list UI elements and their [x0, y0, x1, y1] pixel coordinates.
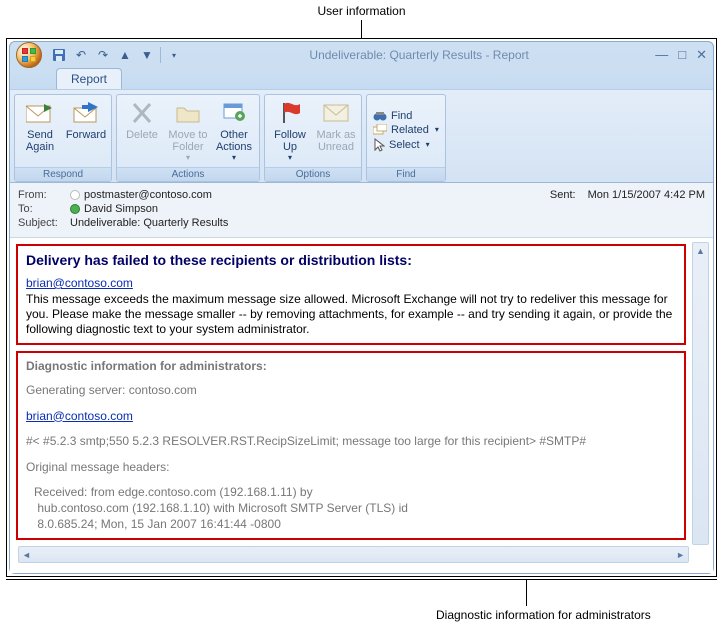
- move-to-folder-button[interactable]: Move to Folder ▾: [165, 97, 211, 165]
- binoculars-icon: [373, 110, 387, 122]
- group-respond: Send Again Forward Respond: [14, 94, 112, 182]
- received-header: Received: from edge.contoso.com (192.168…: [26, 485, 676, 532]
- related-icon: [373, 124, 387, 136]
- to-label: To:: [18, 203, 70, 215]
- annotation-user-info: User information: [317, 4, 405, 18]
- redo-icon[interactable]: ↷: [94, 46, 112, 64]
- diag-recipient-link[interactable]: brian@contoso.com: [26, 409, 133, 423]
- message-header: From: postmaster@contoso.com Sent: Mon 1…: [10, 183, 713, 237]
- find-button[interactable]: Find: [373, 110, 439, 122]
- screenshot-frame: ↶ ↷ ▲ ▼ ▾ Undeliverable: Quarterly Resul…: [6, 38, 717, 577]
- to-value: David Simpson: [70, 203, 705, 215]
- maximize-button[interactable]: □: [678, 47, 686, 63]
- delete-icon: [131, 99, 153, 127]
- scroll-left-icon[interactable]: ◄: [22, 550, 31, 560]
- group-options-label: Options: [265, 167, 361, 181]
- annotation-diagnostic: Diagnostic information for administrator…: [436, 608, 651, 622]
- original-headers-label: Original message headers:: [26, 460, 676, 476]
- group-find-label: Find: [367, 167, 445, 181]
- failure-explanation: This message exceeds the maximum message…: [26, 292, 676, 337]
- message-body: Delivery has failed to these recipients …: [10, 237, 713, 573]
- prev-item-icon[interactable]: ▲: [116, 46, 134, 64]
- follow-up-button[interactable]: Follow Up ▾: [267, 97, 313, 165]
- window-title: Undeliverable: Quarterly Results - Repor…: [183, 48, 655, 62]
- group-actions: Delete Move to Folder ▾ Other Actions ▾: [116, 94, 260, 182]
- from-value: postmaster@contoso.com: [70, 189, 550, 201]
- titlebar: ↶ ↷ ▲ ▼ ▾ Undeliverable: Quarterly Resul…: [10, 42, 713, 68]
- group-respond-label: Respond: [15, 167, 111, 181]
- scroll-right-icon[interactable]: ►: [676, 550, 685, 560]
- cursor-icon: [373, 138, 385, 152]
- sent-value: Mon 1/15/2007 4:42 PM: [588, 189, 705, 201]
- ribbon-tabbar: Report: [10, 68, 713, 89]
- failed-recipient-link[interactable]: brian@contoso.com: [26, 276, 133, 290]
- next-item-icon[interactable]: ▼: [138, 46, 156, 64]
- scroll-up-icon[interactable]: ▲: [693, 243, 708, 259]
- close-button[interactable]: ✕: [696, 47, 707, 63]
- outlook-window: ↶ ↷ ▲ ▼ ▾ Undeliverable: Quarterly Resul…: [9, 41, 714, 574]
- related-button[interactable]: Related▾: [373, 124, 439, 136]
- qat-customize-icon[interactable]: ▾: [165, 46, 183, 64]
- annotation-line-top: [361, 20, 362, 38]
- send-again-icon: [26, 99, 54, 127]
- presence-available-icon: [70, 204, 80, 214]
- send-again-button[interactable]: Send Again: [17, 97, 63, 165]
- annotation-bottom-rule: Diagnostic information for administrator…: [6, 579, 717, 580]
- horizontal-scrollbar[interactable]: ◄ ►: [18, 546, 689, 563]
- quick-access-toolbar: ↶ ↷ ▲ ▼ ▾: [50, 46, 183, 64]
- sent-label: Sent:: [550, 189, 576, 201]
- forward-icon: [72, 99, 100, 127]
- office-button[interactable]: [16, 42, 42, 68]
- presence-unknown-icon: [70, 190, 80, 200]
- other-actions-button[interactable]: Other Actions ▾: [211, 97, 257, 165]
- subject-value: Undeliverable: Quarterly Results: [70, 217, 705, 229]
- diagnostic-heading: Diagnostic information for administrator…: [26, 359, 676, 373]
- folder-icon: [175, 99, 201, 127]
- from-label: From:: [18, 189, 70, 201]
- other-actions-icon: [222, 99, 246, 127]
- vertical-scrollbar[interactable]: ▲: [692, 242, 709, 545]
- forward-button[interactable]: Forward: [63, 97, 109, 165]
- flag-icon: [278, 99, 302, 127]
- tab-report[interactable]: Report: [56, 68, 122, 89]
- delivery-failed-heading: Delivery has failed to these recipients …: [26, 252, 676, 268]
- diagnostic-code: #< #5.2.3 smtp;550 5.2.3 RESOLVER.RST.Re…: [26, 434, 676, 450]
- subject-label: Subject:: [18, 217, 70, 229]
- user-information-section: Delivery has failed to these recipients …: [16, 244, 686, 345]
- generating-server: Generating server: contoso.com: [26, 383, 676, 399]
- select-button[interactable]: Select▾: [373, 138, 439, 152]
- delete-button[interactable]: Delete: [119, 97, 165, 165]
- save-icon[interactable]: [50, 46, 68, 64]
- undo-icon[interactable]: ↶: [72, 46, 90, 64]
- minimize-button[interactable]: —: [655, 47, 668, 63]
- mark-as-unread-button[interactable]: Mark as Unread: [313, 97, 359, 165]
- diagnostic-section: Diagnostic information for administrator…: [16, 351, 686, 540]
- group-options: Follow Up ▾ Mark as Unread Options: [264, 94, 362, 182]
- envelope-closed-icon: [323, 99, 349, 127]
- ribbon: Send Again Forward Respond Delete: [10, 89, 713, 183]
- group-find: Find Related▾ Select▾: [366, 94, 446, 182]
- group-actions-label: Actions: [117, 167, 259, 181]
